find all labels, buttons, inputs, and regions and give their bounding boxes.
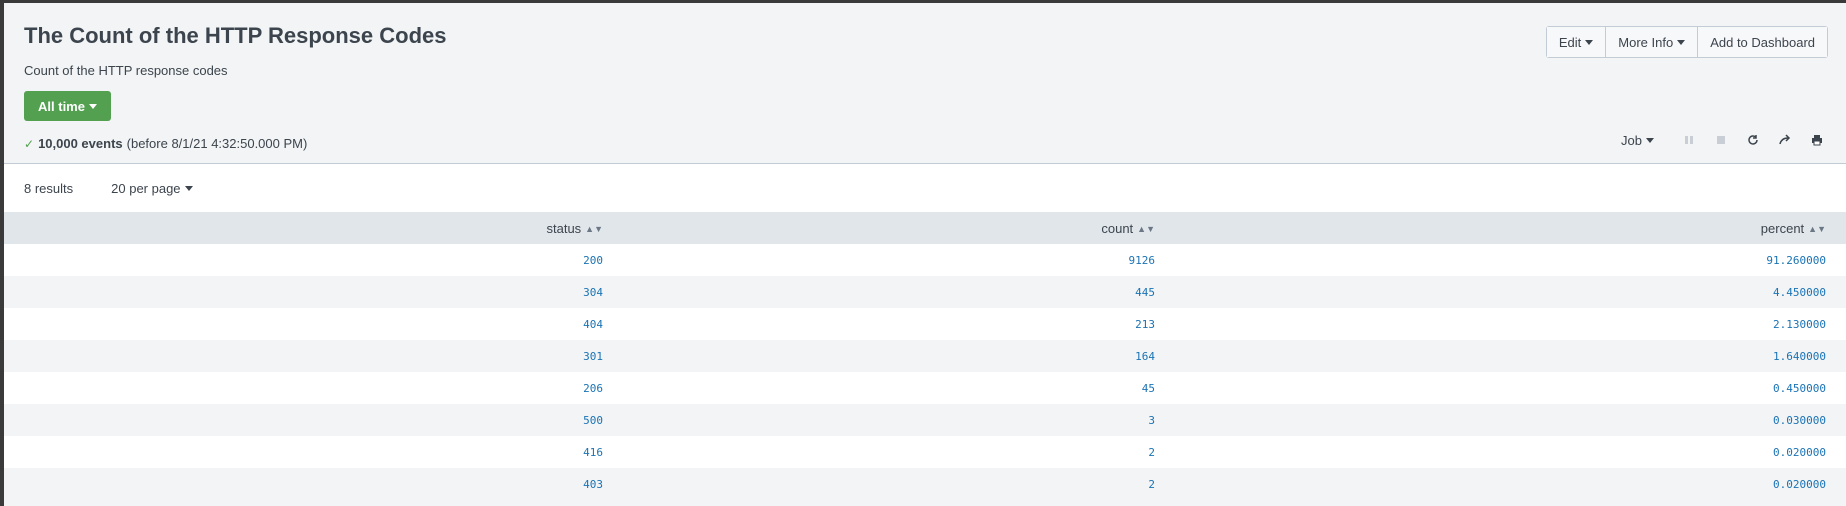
column-header-status[interactable]: status ▲▼ — [4, 212, 623, 244]
table-row: 500 3 0.030000 — [4, 404, 1846, 436]
cell-status[interactable]: 403 — [4, 468, 623, 500]
per-page-dropdown[interactable]: 20 per page — [111, 180, 193, 196]
column-header-label: status — [546, 220, 582, 236]
cell-status[interactable]: 500 — [4, 404, 623, 436]
search-panel: The Count of the HTTP Response Codes Cou… — [4, 3, 1846, 506]
page-title: The Count of the HTTP Response Codes — [24, 23, 447, 48]
results-bar: 8 results 20 per page — [4, 164, 1846, 212]
cell-percent[interactable]: 91.260000 — [1175, 244, 1846, 276]
cell-percent[interactable]: 0.020000 — [1175, 436, 1846, 468]
cell-count[interactable]: 3 — [623, 404, 1175, 436]
cell-percent[interactable]: 4.450000 — [1175, 276, 1846, 308]
more-info-button[interactable]: More Info — [1606, 27, 1699, 57]
cell-status[interactable]: 301 — [4, 340, 623, 372]
column-header-count[interactable]: count ▲▼ — [623, 212, 1175, 244]
sort-icon: ▲▼ — [585, 224, 603, 235]
share-icon[interactable] — [1776, 131, 1794, 149]
cell-percent[interactable]: 1.640000 — [1175, 340, 1846, 372]
table-row: 416 2 0.020000 — [4, 436, 1846, 468]
job-menu-button[interactable]: Job — [1621, 133, 1654, 148]
panel-actions: Edit More Info Add to Dashboard — [1545, 26, 1828, 58]
cell-count[interactable]: 2 — [623, 468, 1175, 500]
sort-icon: ▲▼ — [1808, 224, 1826, 235]
table-row: 403 2 0.020000 — [4, 468, 1846, 500]
results-count: 8 results — [24, 180, 74, 196]
table-row: 404 213 2.130000 — [4, 308, 1846, 340]
caret-down-icon — [1585, 39, 1594, 45]
cell-status[interactable]: 200 — [4, 244, 623, 276]
cell-status[interactable]: 416 — [4, 436, 623, 468]
print-icon[interactable] — [1808, 131, 1826, 149]
table-row: 206 45 0.450000 — [4, 372, 1846, 404]
cell-count[interactable]: 445 — [623, 276, 1175, 308]
caret-down-icon — [1677, 39, 1686, 45]
column-header-label: percent — [1760, 220, 1805, 236]
caret-down-icon — [88, 103, 97, 109]
column-header-percent[interactable]: percent ▲▼ — [1175, 212, 1846, 244]
cell-status[interactable]: 404 — [4, 308, 623, 340]
table-row: 200 9126 91.260000 — [4, 244, 1846, 276]
refresh-icon[interactable] — [1744, 131, 1762, 149]
caret-down-icon — [184, 185, 193, 191]
sort-icon: ▲▼ — [1137, 224, 1155, 235]
cell-percent[interactable]: 2.130000 — [1175, 308, 1846, 340]
add-to-dashboard-label: Add to Dashboard — [1710, 34, 1815, 50]
per-page-label: 20 per page — [111, 180, 181, 196]
table-row: 304 445 4.450000 — [4, 276, 1846, 308]
table-row: 301 164 1.640000 — [4, 340, 1846, 372]
add-to-dashboard-button[interactable]: Add to Dashboard — [1698, 27, 1827, 57]
cell-status[interactable]: 206 — [4, 372, 623, 404]
cell-count[interactable]: 45 — [623, 372, 1175, 404]
events-count: 10,000 events — [38, 136, 123, 151]
cell-percent[interactable]: 0.030000 — [1175, 404, 1846, 436]
time-range-label: All time — [38, 98, 85, 114]
events-detail: (before 8/1/21 4:32:50.000 PM) — [126, 136, 308, 151]
more-info-label: More Info — [1618, 34, 1674, 50]
table-header-row: status ▲▼ count ▲▼ percent ▲▼ — [4, 212, 1846, 244]
cell-status[interactable]: 304 — [4, 276, 623, 308]
cell-count[interactable]: 2 — [623, 436, 1175, 468]
checkmark-icon: ✓ — [24, 136, 35, 151]
cell-count[interactable]: 9126 — [623, 244, 1175, 276]
page-subtitle: Count of the HTTP response codes — [24, 63, 228, 78]
cell-count[interactable]: 164 — [623, 340, 1175, 372]
cell-percent[interactable]: 0.020000 — [1175, 468, 1846, 500]
edit-button[interactable]: Edit — [1546, 27, 1607, 57]
job-label: Job — [1621, 132, 1642, 148]
edit-label: Edit — [1558, 34, 1582, 50]
search-status: ✓ 10,000 events (before 8/1/21 4:32:50.0… — [24, 136, 307, 151]
caret-down-icon — [1646, 137, 1654, 143]
results-table: status ▲▼ count ▲▼ percent ▲▼ 200 9126 91.2… — [4, 212, 1846, 500]
time-range-picker-button[interactable]: All time — [24, 91, 111, 121]
stop-icon[interactable] — [1712, 131, 1730, 149]
pause-icon[interactable] — [1680, 131, 1698, 149]
job-toolbar: Job — [1621, 131, 1826, 149]
cell-percent[interactable]: 0.450000 — [1175, 372, 1846, 404]
cell-count[interactable]: 213 — [623, 308, 1175, 340]
column-header-label: count — [1101, 220, 1134, 236]
panel-header: The Count of the HTTP Response Codes Cou… — [4, 3, 1846, 163]
